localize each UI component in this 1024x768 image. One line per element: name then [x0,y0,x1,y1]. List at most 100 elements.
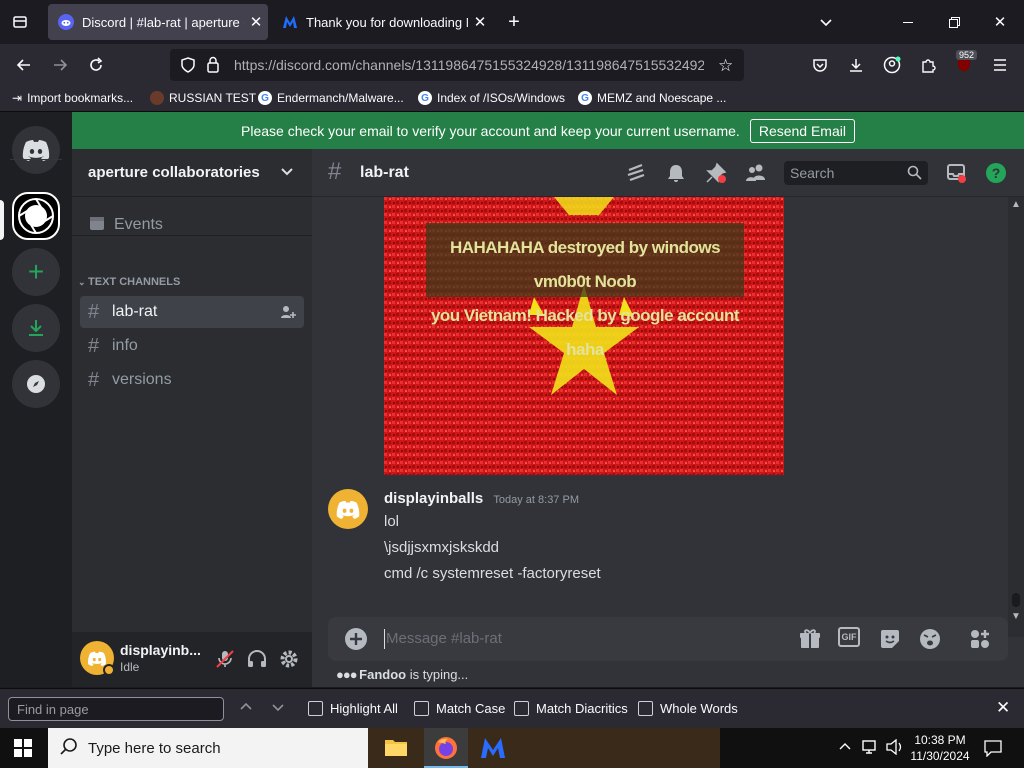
settings-gear-icon[interactable] [278,648,300,675]
emoji-icon[interactable] [918,627,942,656]
member-list-icon[interactable] [744,161,768,185]
selected-server-pill [0,200,4,240]
bookmark-index-isos[interactable]: G Index of /ISOs/Windows [418,91,565,105]
search-icon [60,737,78,759]
muted-microphone-icon[interactable] [214,648,236,675]
match-case-checkbox[interactable]: Match Case [414,701,505,716]
downloads-icon[interactable] [840,44,872,86]
scroll-up-arrow-icon[interactable]: ▲ [1011,199,1021,210]
malwarebytes-icon[interactable] [480,737,506,764]
find-input[interactable]: Find in page [8,697,224,721]
reload-icon[interactable] [80,44,112,86]
close-tab-icon[interactable]: ✕ [244,13,268,31]
create-invite-icon[interactable] [280,304,296,325]
discord-home-icon[interactable] [12,126,60,174]
chat-scrollbar[interactable]: ▲ ▼ [1008,197,1024,637]
new-tab-icon[interactable]: + [498,6,530,38]
restore-window-icon[interactable] [938,6,970,38]
message-avatar[interactable] [328,489,368,529]
bookmark-memz[interactable]: G MEMZ and Noescape ... [578,91,726,105]
gif-icon[interactable]: GIF [838,627,860,647]
scroll-down-arrow-icon[interactable]: ▼ [1011,611,1021,622]
avatar[interactable] [80,641,115,676]
bookmark-russian-test[interactable]: RUSSIAN TEST [150,91,256,105]
google-icon: G [418,91,432,105]
user-status: Idle [120,660,140,674]
close-tab-icon[interactable]: ✕ [468,13,492,31]
help-icon[interactable]: ? [984,161,1008,185]
notifications-icon[interactable] [984,739,1002,762]
extensions-puzzle-icon[interactable] [912,44,944,86]
find-previous-chevron-up-icon[interactable] [238,699,254,718]
account-icon[interactable] [876,44,908,86]
find-next-chevron-down-icon[interactable] [270,699,286,718]
apps-icon[interactable] [968,627,992,656]
forward-arrow-icon[interactable] [44,44,76,86]
volume-icon[interactable] [886,738,904,760]
inbox-icon[interactable] [944,161,968,185]
file-explorer-icon[interactable] [384,736,408,763]
resend-email-button[interactable]: Resend Email [749,118,855,143]
channel-lab-rat[interactable]: # lab-rat [80,296,304,328]
sticker-icon[interactable] [878,627,902,656]
channel-versions[interactable]: # versions [80,364,304,396]
tab-list-icon[interactable] [4,6,36,38]
bookmark-star-icon[interactable]: ☆ [718,56,733,76]
download-apps-icon[interactable] [12,304,60,352]
url-bar[interactable]: https://discord.com/channels/13119864751… [170,49,744,81]
list-all-tabs-chevron-icon[interactable] [810,6,842,38]
tracking-protection-shield-icon[interactable] [180,57,196,76]
show-hidden-icons-chevron-up-icon[interactable] [838,740,852,759]
explore-compass-icon[interactable] [12,360,60,408]
aperture-server-icon[interactable] [12,192,60,240]
close-window-icon[interactable]: ✕ [984,6,1016,38]
checkbox-label: Match Case [436,701,506,716]
taskbar-search-box[interactable]: Type here to search [48,728,368,768]
match-diacritics-checkbox[interactable]: Match Diacritics [514,701,628,716]
bookmark-import[interactable]: ⇥ Import bookmarks... [12,91,133,105]
channel-info[interactable]: # info [80,330,304,362]
category-text-channels[interactable]: ⌄ TEXT CHANNELS [78,276,180,288]
tab-malwarebytes[interactable]: Thank you for downloading Ma ✕ [272,4,492,40]
firefox-taskbar-button[interactable] [424,728,468,768]
windows-start-icon[interactable] [14,739,32,762]
back-arrow-icon[interactable] [8,44,40,86]
message-line: lol [384,513,400,530]
banner-text: Please check your email to verify your a… [241,122,740,139]
pocket-icon[interactable] [804,44,836,86]
tab-discord[interactable]: Discord | #lab-rat | aperture coll ✕ [48,4,268,40]
add-server-icon[interactable]: + [12,248,60,296]
bookmark-endermanch[interactable]: G Endermanch/Malware... [258,91,404,105]
url-text: https://discord.com/channels/13119864751… [234,57,704,73]
scrollbar-thumb[interactable] [1012,593,1020,607]
message-author[interactable]: displayinballs [384,490,483,507]
pinned-messages-icon[interactable] [704,161,728,185]
network-icon[interactable] [862,739,880,760]
highlight-all-checkbox[interactable]: Highlight All [308,701,398,716]
clock[interactable]: 10:38 PM 11/30/2024 [908,732,972,764]
search-input[interactable]: Search [784,161,928,185]
server-header[interactable]: aperture collaboratories [72,149,312,197]
message-input[interactable]: Message #lab-rat [386,630,502,647]
notification-bell-icon[interactable] [664,161,688,185]
chevron-down-icon: ⌄ [78,277,89,287]
hamburger-menu-icon[interactable] [984,44,1016,86]
headphones-icon[interactable] [246,648,268,675]
text-channel-hash-icon: # [88,368,100,391]
threads-icon[interactable] [624,161,648,185]
ublock-extension-icon[interactable]: 952 [948,44,980,86]
add-attachment-icon[interactable] [344,627,368,656]
browser-nav-bar: https://discord.com/channels/13119864751… [0,44,1024,86]
lock-icon[interactable] [206,56,220,76]
attachment-image[interactable]: HAHAHAHA destroyed by windows vm0b0t Noo… [384,197,784,475]
image-caption-line: you Vietnam! Hacked by google account ha… [430,306,740,359]
text-caret [384,629,385,649]
events-item[interactable]: Events [80,209,304,241]
close-find-bar-icon[interactable]: ✕ [996,698,1010,718]
sidebar-divider [72,235,312,236]
url-path: /channels/1311986475155324928/1311986475… [351,57,705,73]
whole-words-checkbox[interactable]: Whole Words [638,701,738,716]
minimize-window-icon[interactable] [892,6,924,38]
username[interactable]: displayinb... [120,642,201,658]
gift-icon[interactable] [798,627,822,656]
